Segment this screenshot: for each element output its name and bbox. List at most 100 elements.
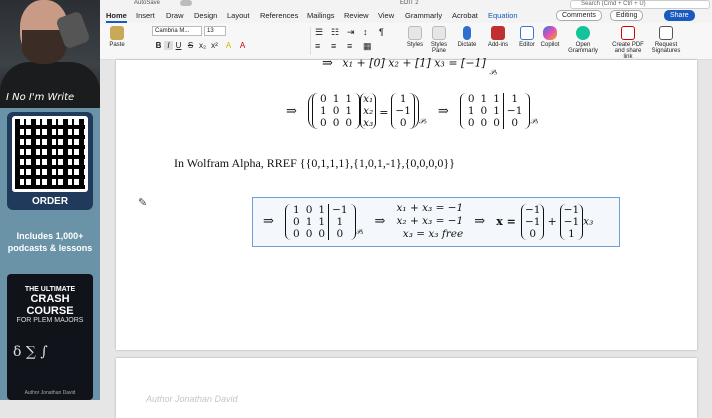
equation-editor-box[interactable]: ⇒ 1 0 1 −1 0111 0000 𝒫₃ ⇒ x₁ + x₃ = −1 x₂ + …	[252, 197, 620, 247]
copilot-icon	[543, 26, 557, 40]
partial-equation-top: ⇒ x₁ + [0] x₂ + [1] x₃ = [−1] 𝒫₃	[316, 56, 497, 78]
paragraph-group: ☰ ☷ ⇥ ↕ ¶ ≡ ≡ ≡ ▦	[310, 27, 400, 55]
includes-line: Includes 1,000+	[16, 231, 84, 241]
editor-icon	[520, 26, 534, 40]
implies-arrow: ⇒	[474, 214, 486, 229]
tab-grammarly[interactable]: Grammarly	[405, 11, 442, 20]
grammarly-icon	[576, 26, 590, 40]
qr-code-icon	[12, 116, 88, 192]
doc-title: EDIT 2	[400, 0, 419, 6]
ribbon-tabs: Home Insert Draw Design Layout Reference…	[100, 9, 712, 23]
wolfram-text: In Wolfram Alpha, RREF {{0,1,1,1},{1,0,1…	[174, 156, 455, 170]
sort-icon[interactable]: ↕	[363, 27, 368, 37]
align-right-icon[interactable]: ≡	[347, 41, 352, 51]
editor-button[interactable]: Editor	[516, 26, 538, 48]
styles-icon	[408, 26, 422, 40]
ribbon-toolbar: Paste Cambria M... 13 B I U S x₂ x² A A …	[100, 23, 712, 60]
styles-pane-icon	[432, 26, 446, 40]
styles-label: Styles	[406, 42, 424, 48]
align-left-icon[interactable]: ≡	[315, 41, 320, 51]
plus-sign: +	[547, 215, 557, 228]
microphone-icon	[463, 26, 471, 40]
grammarly-label: Open Grammarly	[568, 42, 598, 54]
search-input[interactable]: Search (Cmd + Ctrl + U)	[570, 0, 710, 9]
field-label: 𝒫₃	[355, 228, 364, 236]
tab-acrobat[interactable]: Acrobat	[452, 11, 478, 20]
tab-layout[interactable]: Layout	[227, 11, 250, 20]
pilcrow-icon[interactable]: ¶	[379, 27, 384, 37]
next-page[interactable]: Author Jonathan David	[116, 358, 697, 418]
font-size-select[interactable]: 13	[204, 26, 226, 36]
equation-system: x₁ + x₃ = −1 x₂ + x₃ = −1 x₃ = x₃ free	[396, 202, 464, 240]
autosave-toggle[interactable]	[180, 0, 192, 6]
page-header-hint: Author Jonathan David	[146, 394, 238, 404]
dictate-label: Dictate	[457, 42, 477, 48]
subscript-button[interactable]: x₂	[198, 41, 207, 50]
tab-equation[interactable]: Equation	[488, 11, 518, 20]
addins-label: Add-ins	[487, 42, 509, 48]
strikethrough-button[interactable]: S	[186, 41, 195, 50]
numbering-icon[interactable]: ☷	[331, 27, 339, 38]
book-author: Author Jonathan David	[24, 390, 76, 396]
webcam-feed: I No I'm Write	[0, 0, 100, 108]
presenter-beard	[22, 30, 66, 64]
styles-button[interactable]: Styles	[404, 26, 426, 48]
share-button[interactable]: Share	[664, 10, 695, 21]
book-for: FOR PLEM MAJORS	[16, 317, 84, 324]
signature-icon	[659, 26, 673, 40]
book-symbols: δ ∑ ∫	[13, 344, 48, 360]
paste-button[interactable]: Paste	[106, 26, 128, 48]
rhs-vector: 1 −1 0	[391, 93, 415, 129]
dictate-button[interactable]: Dictate	[456, 26, 478, 48]
implies-arrow: ⇒	[286, 103, 297, 119]
autosave-label: AutoSave	[134, 0, 161, 6]
underline-button[interactable]: U	[174, 41, 183, 50]
shading-icon[interactable]: ▦	[363, 41, 372, 52]
indent-icon[interactable]: ⇥	[347, 27, 355, 38]
align-center-icon[interactable]: ≡	[331, 41, 336, 51]
direction-vector: −1 −1 1	[559, 203, 584, 240]
includes-text: Includes 1,000+ podcasts & lessons	[0, 230, 100, 254]
solution-x-label: x =	[496, 215, 516, 228]
tab-draw[interactable]: Draw	[166, 11, 184, 20]
create-pdf-button[interactable]: Create PDF and share link	[610, 26, 646, 60]
addins-button[interactable]: Add-ins	[486, 26, 510, 48]
implies-arrow: ⇒	[263, 214, 274, 229]
document-page[interactable]: ⇒ x₁ + [0] x₂ + [1] x₃ = [−1] 𝒫₃ ⇒ 011 1…	[116, 56, 697, 350]
comments-button[interactable]: Comments	[556, 10, 602, 21]
font-color-button[interactable]: A	[238, 41, 247, 50]
styles-pane-button[interactable]: Styles Pane	[428, 26, 450, 54]
word-window: AutoSave EDIT 2 Search (Cmd + Ctrl + U) …	[100, 0, 712, 418]
copilot-button[interactable]: Copilot	[538, 26, 562, 48]
tab-insert[interactable]: Insert	[136, 11, 155, 20]
italic-button[interactable]: I	[164, 41, 173, 50]
tab-references[interactable]: References	[260, 11, 298, 20]
particular-vector: −1 −1 0	[520, 203, 545, 240]
tab-home[interactable]: Home	[106, 11, 127, 23]
book-title: CRASH COURSE	[26, 293, 74, 317]
partial-equation-text: x₁ + [0] x₂ + [1] x₃ = [−1]	[342, 56, 486, 70]
bold-button[interactable]: B	[154, 41, 163, 50]
tab-view[interactable]: View	[378, 11, 394, 20]
editing-button[interactable]: Editing	[610, 10, 644, 21]
implies-arrow: ⇒	[322, 56, 333, 71]
tab-design[interactable]: Design	[194, 11, 217, 20]
font-name-select[interactable]: Cambria M...	[152, 26, 202, 36]
qr-order-card[interactable]: ORDER	[7, 112, 93, 210]
bullets-icon[interactable]: ☰	[315, 27, 323, 38]
rref-solution: ⇒ 1 0 1 −1 0111 0000 𝒫₃ ⇒ x₁ + x₃ = −1 x₂ + …	[257, 202, 593, 241]
copilot-label: Copilot	[540, 42, 560, 48]
book-top: THE ULTIMATE	[24, 286, 76, 293]
implies-arrow: ⇒	[437, 103, 449, 119]
request-signatures-button[interactable]: Request Signatures	[648, 26, 684, 54]
title-bar: AutoSave EDIT 2 Search (Cmd + Ctrl + U)	[100, 0, 712, 9]
sig-label: Request Signatures	[651, 42, 681, 54]
matrix-equation: ⇒ 011 101 000 x₁ x₂ x₃ = 1 −1 0 𝒫₃ ⇒ 0111 10…	[280, 93, 538, 129]
tab-mailings[interactable]: Mailings	[307, 11, 335, 20]
pdf-label: Create PDF and share link	[612, 42, 644, 60]
tab-review[interactable]: Review	[344, 11, 369, 20]
field-label: 𝒫₃	[418, 117, 427, 126]
highlight-button[interactable]: A	[224, 41, 233, 50]
grammarly-button[interactable]: Open Grammarly	[568, 26, 598, 54]
superscript-button[interactable]: x²	[210, 41, 219, 50]
